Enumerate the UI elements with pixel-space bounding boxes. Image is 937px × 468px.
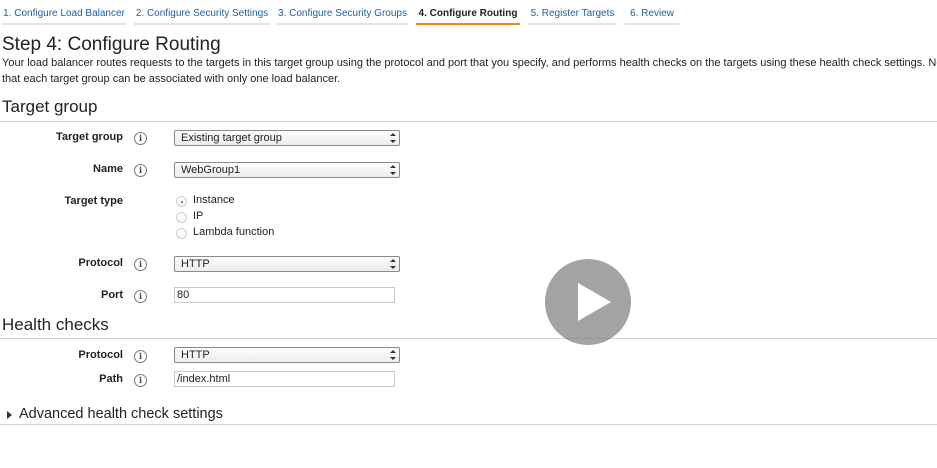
radio-label-lambda-function: Lambda function	[193, 226, 275, 238]
radio-label-ip: IP	[193, 210, 204, 222]
wizard-steps: 1. Configure Load Balancer 2. Configure …	[0, 0, 937, 26]
tab-configure-load-balancer[interactable]: 1. Configure Load Balancer	[2, 5, 126, 25]
info-icon[interactable]: i	[134, 290, 147, 303]
name-select[interactable]: WebGroup1	[174, 162, 400, 178]
info-icon[interactable]: i	[134, 374, 147, 387]
select-arrows-icon	[390, 259, 396, 269]
protocol-label: Protocol	[78, 257, 123, 269]
target-group-label: Target group	[55, 131, 123, 143]
info-icon[interactable]: i	[134, 350, 147, 363]
health-protocol-select-value: HTTP	[181, 349, 210, 361]
health-protocol-label: Protocol	[78, 349, 123, 361]
advanced-health-check-settings-toggle[interactable]: Advanced health check settings	[19, 406, 223, 422]
port-label: Port	[101, 289, 123, 301]
target-group-select[interactable]: Existing target group	[174, 130, 400, 146]
caret-right-icon[interactable]	[7, 411, 12, 419]
section-divider	[0, 338, 937, 339]
section-divider	[0, 121, 937, 122]
protocol-select[interactable]: HTTP	[174, 256, 400, 272]
tab-configure-security-groups[interactable]: 3. Configure Security Groups	[277, 5, 408, 25]
port-input[interactable]	[174, 287, 395, 303]
select-arrows-icon	[390, 165, 396, 175]
tab-configure-security-settings[interactable]: 2. Configure Security Settings	[134, 5, 270, 25]
page-title: Step 4: Configure Routing	[2, 34, 221, 55]
path-input[interactable]	[174, 371, 395, 387]
info-icon[interactable]: i	[134, 164, 147, 177]
radio-instance[interactable]	[176, 196, 187, 207]
play-button[interactable]	[545, 259, 631, 345]
path-label: Path	[99, 373, 123, 385]
page-description: Your load balancer routes requests to th…	[2, 57, 937, 85]
target-group-section-title: Target group	[2, 97, 98, 116]
radio-ip[interactable]	[176, 212, 187, 223]
health-checks-section-title: Health checks	[2, 315, 109, 334]
select-arrows-icon	[390, 133, 396, 143]
tab-configure-routing[interactable]: 4. Configure Routing	[416, 5, 520, 25]
radio-label-instance: Instance	[193, 194, 235, 206]
section-divider	[0, 424, 937, 425]
select-arrows-icon	[390, 350, 396, 360]
info-icon[interactable]: i	[134, 132, 147, 145]
protocol-select-value: HTTP	[181, 258, 210, 270]
tab-review[interactable]: 6. Review	[625, 5, 679, 25]
target-type-label: Target type	[64, 195, 123, 207]
name-select-value: WebGroup1	[181, 164, 241, 176]
health-protocol-select[interactable]: HTTP	[174, 347, 400, 363]
info-icon[interactable]: i	[134, 258, 147, 271]
radio-lambda-function[interactable]	[176, 228, 187, 239]
tab-register-targets[interactable]: 5. Register Targets	[528, 5, 617, 25]
play-icon	[578, 283, 611, 321]
name-label: Name	[93, 163, 123, 175]
target-group-select-value: Existing target group	[181, 132, 282, 144]
